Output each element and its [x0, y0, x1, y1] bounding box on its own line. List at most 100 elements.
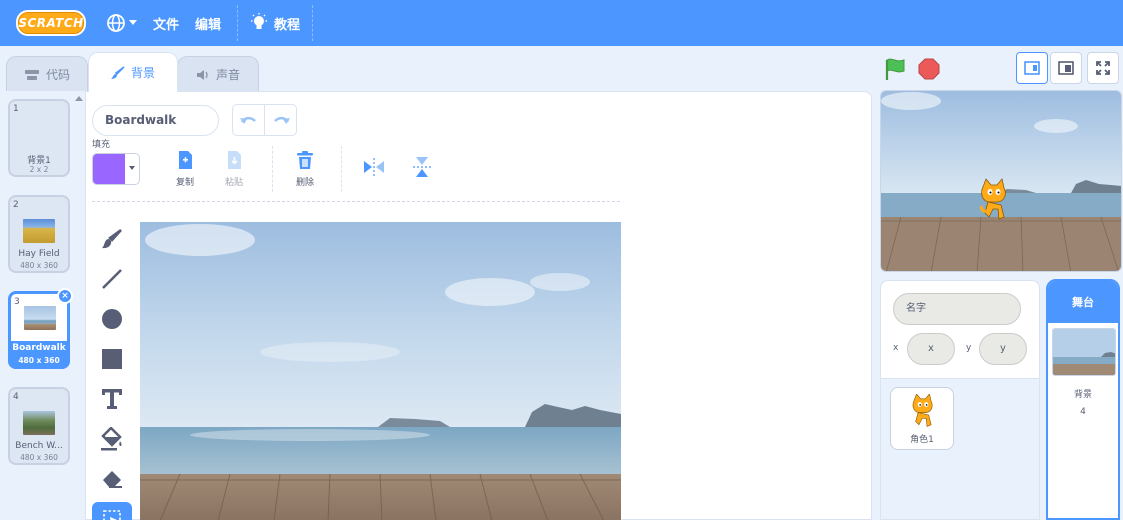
paste-label: 粘贴	[224, 178, 243, 188]
undo-button[interactable]	[232, 104, 265, 136]
select-tool[interactable]	[92, 502, 132, 520]
redo-button[interactable]	[264, 104, 297, 136]
speaker-icon	[196, 69, 208, 80]
backdrop-list[interactable]: 1 背景1 2 x 2 2 Hay Field 480 x 360 × 3 Bo…	[5, 91, 87, 520]
chevron-down-icon	[129, 166, 135, 170]
scratch-logo[interactable]: SCRATCH	[16, 10, 86, 36]
tab-code-label: 代码	[45, 68, 70, 82]
stage[interactable]	[880, 90, 1122, 272]
trash-icon	[297, 151, 313, 169]
stop-button[interactable]	[918, 58, 940, 84]
backdrop-name: Boardwalk	[12, 343, 66, 353]
boardwalk-backdrop-image	[140, 222, 621, 520]
fill-color-picker[interactable]	[92, 153, 140, 185]
fill-color-swatch	[93, 154, 125, 184]
brush-icon	[102, 228, 122, 249]
sprite-info-pane: 名字 x x y y 角色1	[880, 280, 1040, 520]
line-tool[interactable]	[92, 262, 132, 296]
tab-backdrops[interactable]: 背景	[88, 52, 178, 92]
costume-name-input[interactable]: Boardwalk	[92, 105, 219, 136]
delete-button[interactable]: 删除	[295, 150, 315, 188]
backdrop-size: 480 x 360	[20, 261, 58, 270]
sprite-name-input[interactable]: 名字	[893, 293, 1021, 325]
tab-backdrops-label: 背景	[130, 66, 155, 80]
stop-icon	[918, 58, 940, 80]
tab-sounds[interactable]: 声音	[177, 56, 259, 92]
fullscreen-icon	[1096, 61, 1110, 75]
delete-label: 删除	[295, 178, 314, 188]
paint-bucket-icon	[101, 427, 122, 451]
tutorials-menu[interactable]: 教程	[250, 13, 300, 33]
tab-sounds-label: 声音	[215, 68, 240, 82]
code-icon	[24, 69, 39, 80]
green-flag-button[interactable]	[884, 58, 908, 84]
menu-divider	[237, 5, 239, 41]
flip-horizontal-icon	[364, 158, 384, 176]
text-tool[interactable]	[92, 382, 132, 416]
stage-header: 舞台	[1048, 281, 1118, 323]
backdrop-item[interactable]: 2 Hay Field 480 x 360	[8, 195, 70, 273]
paint-canvas[interactable]	[140, 222, 621, 520]
circle-icon	[102, 309, 122, 329]
backdrop-item[interactable]: 4 Bench W... 480 x 360	[8, 387, 70, 465]
backdrop-number: 2	[13, 200, 19, 210]
backdrops-label: 背景	[1073, 390, 1092, 400]
brush-icon	[110, 65, 125, 79]
line-icon	[102, 269, 122, 289]
sprite-name: 角色1	[910, 435, 934, 445]
backdrop-number: 3	[14, 297, 20, 307]
tutorials-label: 教程	[274, 17, 301, 33]
fill-label: 填充	[92, 140, 111, 150]
fullscreen-button[interactable]	[1087, 52, 1119, 84]
edit-menu[interactable]: 编辑	[195, 14, 221, 33]
sprite-item[interactable]: 角色1	[890, 387, 954, 450]
backdrops-count: 4	[1080, 407, 1086, 417]
backdrop-thumbnail	[24, 306, 56, 330]
stage-thumbnail-image	[1053, 329, 1115, 375]
circle-tool[interactable]	[92, 302, 132, 336]
file-menu[interactable]: 文件	[153, 14, 179, 33]
undo-icon	[239, 116, 256, 124]
language-menu[interactable]	[106, 13, 137, 33]
backdrop-thumbnail	[23, 411, 55, 435]
paste-button[interactable]: 粘贴	[224, 150, 244, 188]
backdrop-name: Bench W...	[15, 441, 63, 451]
delete-backdrop-button[interactable]: ×	[57, 288, 73, 304]
lightbulb-icon	[251, 13, 268, 29]
paint-editor: Boardwalk 填充 复制 粘贴 删除	[85, 91, 872, 520]
menu-bar: SCRATCH 文件 编辑 教程	[0, 0, 1123, 46]
copy-icon	[179, 151, 192, 169]
large-stage-button[interactable]	[1050, 52, 1082, 84]
small-stage-button[interactable]	[1016, 52, 1048, 84]
tab-code[interactable]: 代码	[6, 56, 88, 92]
backdrop-size: 2 x 2	[29, 165, 49, 174]
rectangle-tool[interactable]	[92, 342, 132, 376]
sprite-properties: 名字 x x y y	[881, 281, 1039, 379]
backdrop-item-selected[interactable]: × 3 Boardwalk 480 x 360	[8, 288, 73, 369]
stage-backdrop	[881, 91, 1121, 271]
selected-backdrop-band: Boardwalk 480 x 360	[8, 341, 70, 369]
chevron-down-icon	[129, 20, 137, 25]
menu-divider	[312, 5, 314, 41]
scroll-up-arrow[interactable]	[75, 96, 83, 101]
small-stage-icon	[1024, 61, 1040, 75]
stage-selector[interactable]: 舞台 背景 4	[1046, 279, 1120, 520]
cat-sprite-thumbnail	[912, 394, 933, 427]
flip-vertical-button[interactable]	[413, 156, 431, 178]
y-label: y	[966, 343, 972, 353]
backdrop-item[interactable]: 1 背景1 2 x 2	[8, 99, 70, 177]
brush-tool[interactable]	[92, 222, 132, 256]
backdrop-size: 480 x 360	[18, 356, 60, 365]
sprite-list: 角色1	[881, 379, 1039, 519]
eraser-tool[interactable]	[92, 462, 132, 496]
redo-icon	[273, 116, 290, 124]
y-input[interactable]: y	[979, 333, 1027, 365]
x-label: x	[893, 343, 899, 353]
copy-button[interactable]: 复制	[175, 150, 195, 188]
eraser-icon	[103, 471, 122, 488]
fill-tool[interactable]	[92, 422, 132, 456]
backdrop-number: 4	[13, 392, 19, 402]
stage-thumbnail	[1052, 328, 1116, 376]
x-input[interactable]: x	[907, 333, 955, 365]
flip-horizontal-button[interactable]	[363, 158, 385, 176]
